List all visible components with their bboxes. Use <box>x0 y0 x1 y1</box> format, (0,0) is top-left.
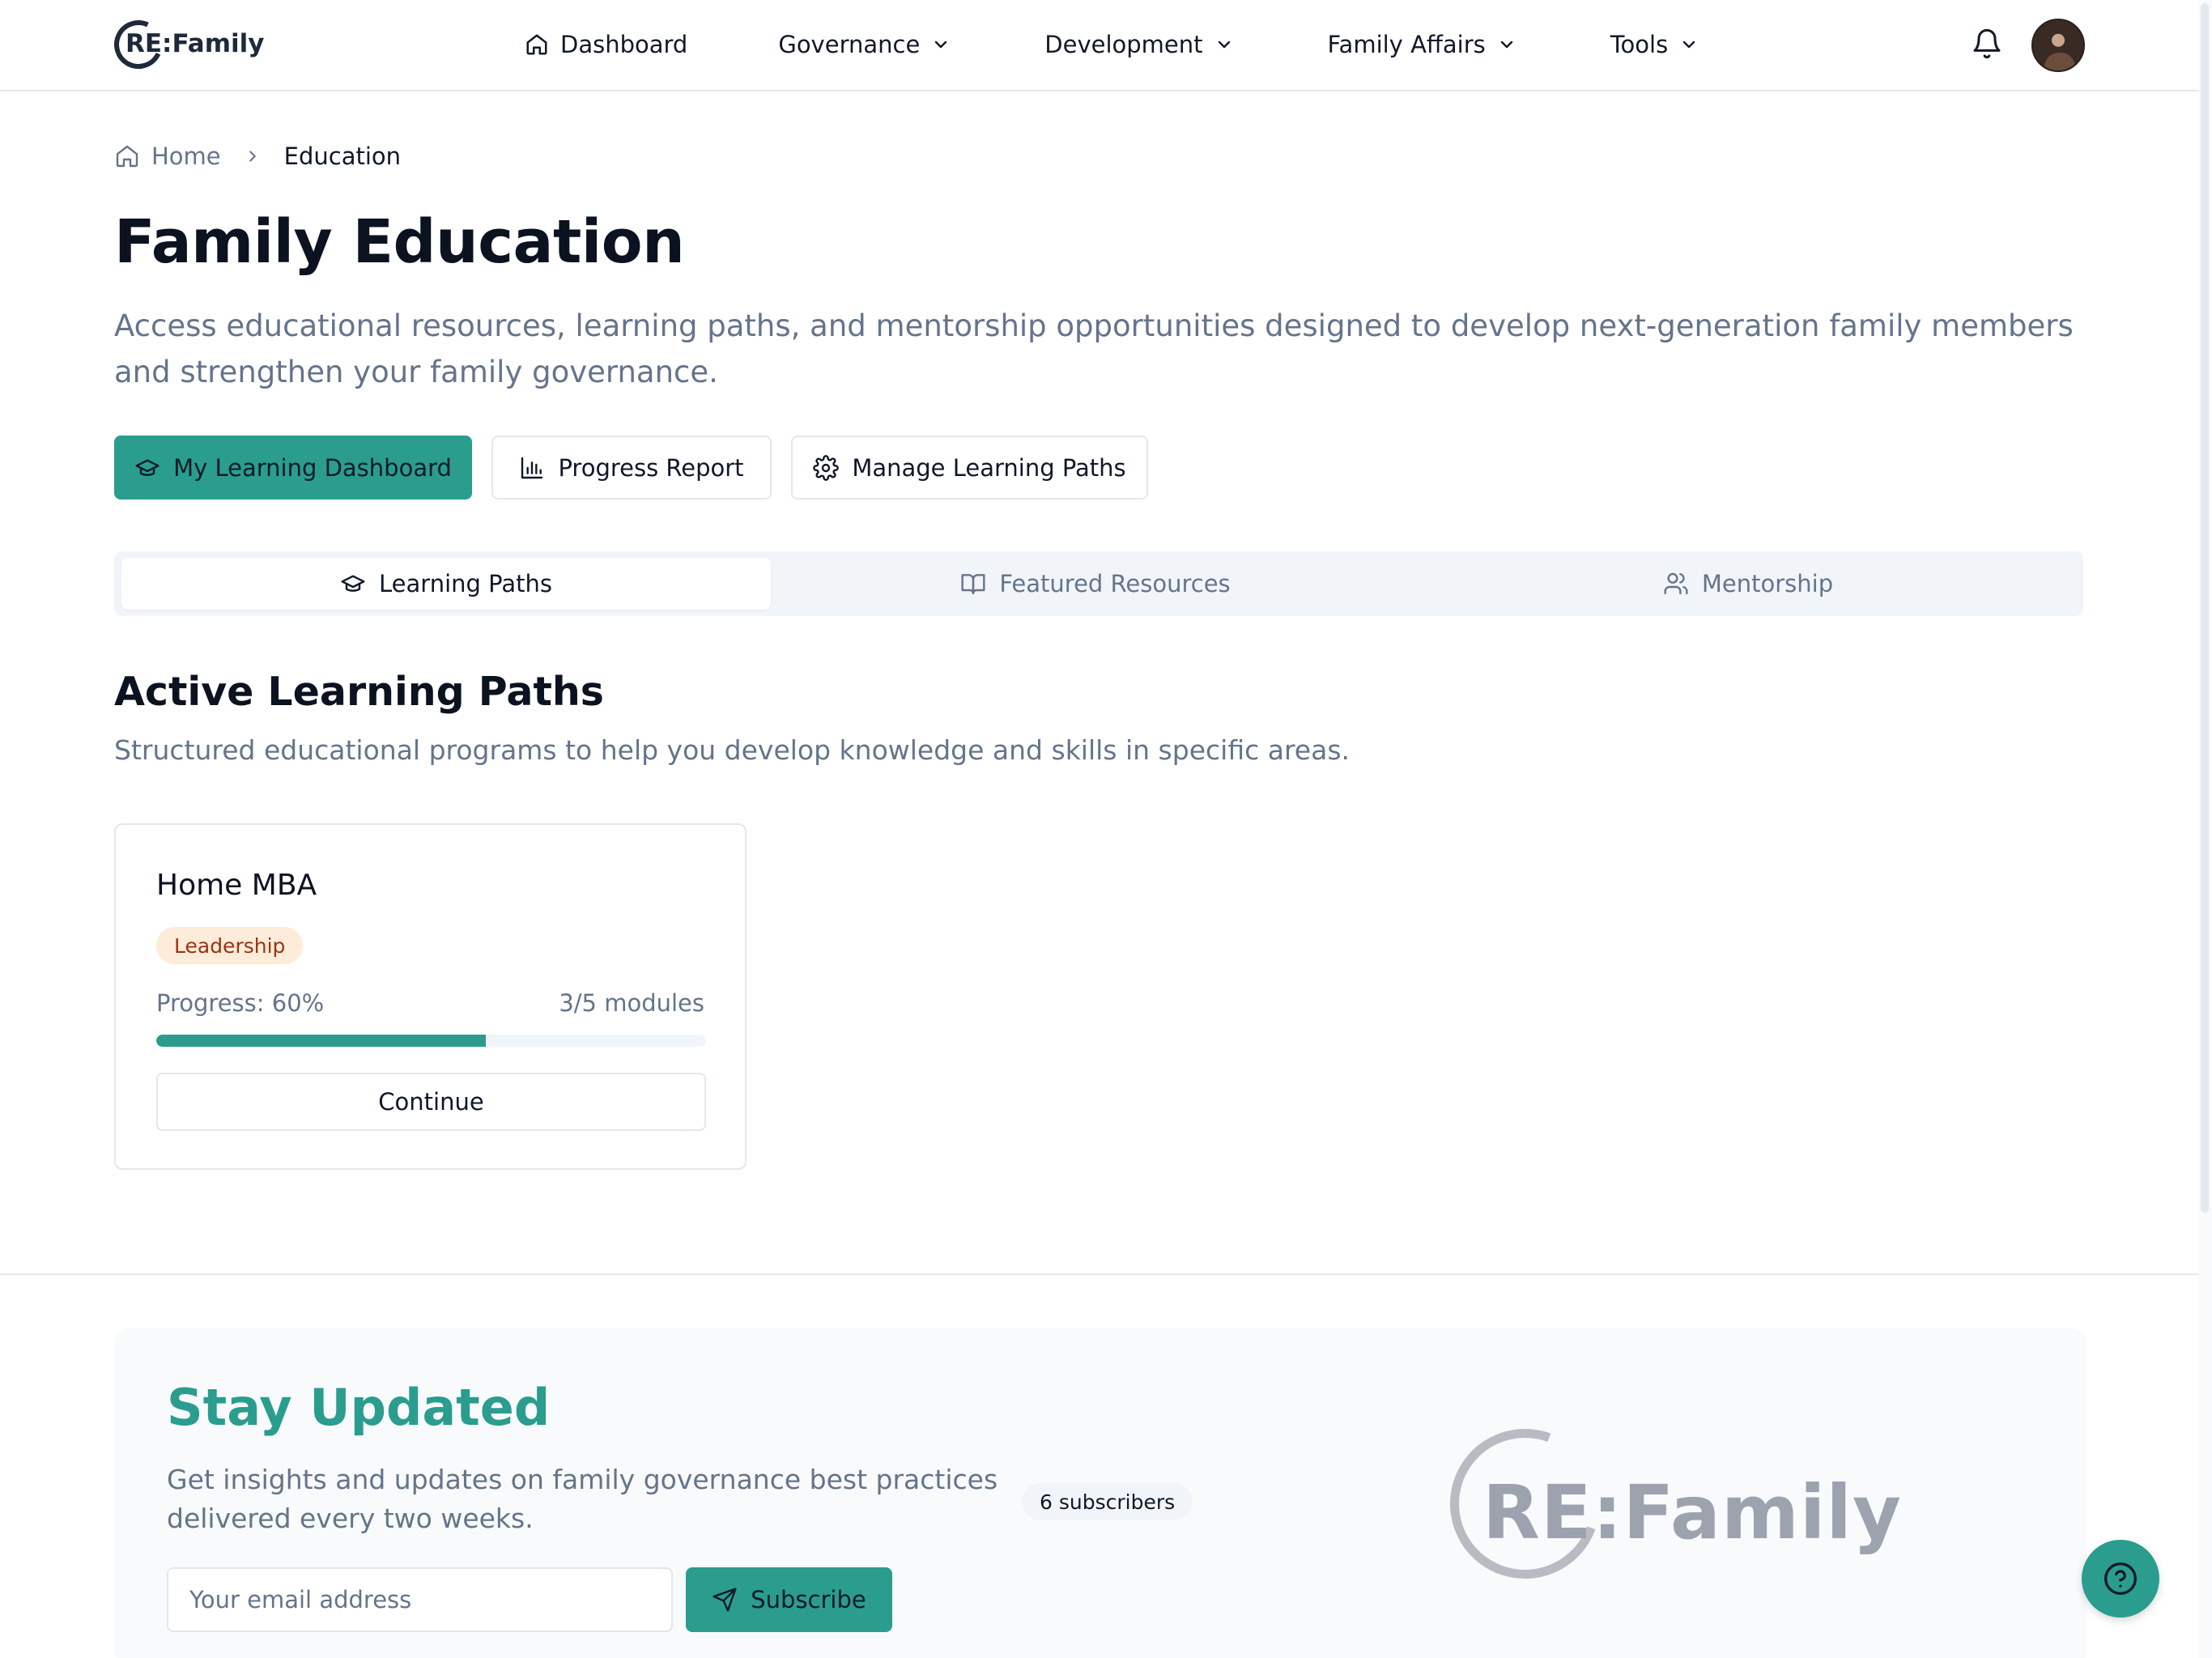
page-title: Family Education <box>114 207 685 277</box>
button-label: My Learning Dashboard <box>173 453 452 482</box>
tab-mentorship[interactable]: Mentorship <box>1420 558 2076 610</box>
nav-item-label: Development <box>1044 31 1203 58</box>
button-label: Subscribe <box>751 1586 866 1613</box>
progress-bar-fill <box>156 1035 487 1047</box>
nav-item-label: Governance <box>778 31 921 58</box>
progress-report-button[interactable]: Progress Report <box>491 436 772 500</box>
section-description: Structured educational programs to help … <box>114 734 1351 766</box>
tab-label: Mentorship <box>1701 570 1834 597</box>
category-badge: Leadership <box>156 927 304 964</box>
home-icon <box>116 145 138 168</box>
nav-item-dashboard[interactable]: Dashboard <box>525 31 687 58</box>
footer-logo-text: RE:Family <box>1482 1469 1902 1556</box>
graduation-cap-icon <box>135 458 160 476</box>
logo-text: RE:Family <box>125 29 265 58</box>
chevron-down-icon <box>935 40 947 49</box>
bar-chart-icon <box>521 457 543 478</box>
button-label: Progress Report <box>558 453 744 482</box>
footer-divider <box>0 1273 2199 1275</box>
footer-logo: RE:Family <box>1425 1404 1904 1604</box>
send-icon <box>713 1588 737 1612</box>
help-circle-icon <box>2104 1562 2137 1595</box>
learning-path-title: Home MBA <box>156 869 317 902</box>
nav-item-tools[interactable]: Tools <box>1610 31 1699 58</box>
progress-label: Progress: 60% <box>156 989 325 1017</box>
page: RE:Family Dashboard Governance Developme… <box>0 0 2212 1658</box>
help-button[interactable] <box>2082 1540 2159 1618</box>
tab-label: Featured Resources <box>999 570 1231 597</box>
book-open-icon <box>961 574 985 595</box>
notifications-button[interactable] <box>1971 28 2003 63</box>
top-navigation: RE:Family Dashboard Governance Developme… <box>0 0 2199 91</box>
tab-label: Learning Paths <box>379 570 552 597</box>
tab-list: Learning Paths Featured Resources Mentor… <box>114 551 2083 616</box>
nav-item-family-affairs[interactable]: Family Affairs <box>1328 31 1516 58</box>
newsletter-section: Stay Updated Get insights and updates on… <box>114 1328 2087 1658</box>
chevron-down-icon <box>1500 40 1512 49</box>
nav-item-label: Dashboard <box>560 31 688 58</box>
tab-featured-resources[interactable]: Featured Resources <box>771 558 1420 610</box>
section-title: Active Learning Paths <box>114 669 604 715</box>
nav-item-label: Family Affairs <box>1327 31 1486 58</box>
scrollbar-thumb[interactable] <box>2201 3 2209 1213</box>
breadcrumb-home-link[interactable]: Home <box>151 142 221 170</box>
continue-button[interactable]: Continue <box>156 1073 706 1131</box>
subscriber-count-badge: 6 subscribers <box>1022 1483 1193 1520</box>
button-label: Manage Learning Paths <box>852 453 1126 482</box>
breadcrumb-current: Education <box>283 142 402 170</box>
breadcrumb: Home Education <box>114 142 401 170</box>
subscribe-button[interactable]: Subscribe <box>686 1567 892 1632</box>
main-nav: Dashboard Governance Development Family … <box>525 24 1699 65</box>
modules-count: 3/5 modules <box>559 989 704 1017</box>
page-description: Access educational resources, learning p… <box>114 308 2074 389</box>
nav-item-label: Tools <box>1610 31 1669 58</box>
newsletter-title: Stay Updated <box>167 1378 551 1437</box>
users-icon <box>1664 572 1688 595</box>
manage-learning-paths-button[interactable]: Manage Learning Paths <box>791 436 1148 500</box>
chevron-down-icon <box>1683 40 1695 49</box>
learning-path-card: Home MBA Leadership Progress: 60% 3/5 mo… <box>114 823 747 1170</box>
email-input[interactable] <box>167 1567 673 1632</box>
nav-item-governance[interactable]: Governance <box>778 31 951 58</box>
tab-learning-paths[interactable]: Learning Paths <box>121 558 771 610</box>
chevron-right-icon <box>244 147 262 165</box>
gear-icon <box>813 454 840 481</box>
nav-item-development[interactable]: Development <box>1044 31 1233 58</box>
progress-bar <box>156 1035 706 1047</box>
user-avatar[interactable] <box>2031 19 2085 72</box>
chevron-down-icon <box>1218 40 1230 49</box>
bell-icon <box>1973 28 2001 59</box>
graduation-cap-icon <box>341 575 365 592</box>
newsletter-description: Get insights and updates on family gover… <box>167 1464 998 1534</box>
home-icon <box>526 34 547 55</box>
my-learning-dashboard-button[interactable]: My Learning Dashboard <box>114 436 472 500</box>
